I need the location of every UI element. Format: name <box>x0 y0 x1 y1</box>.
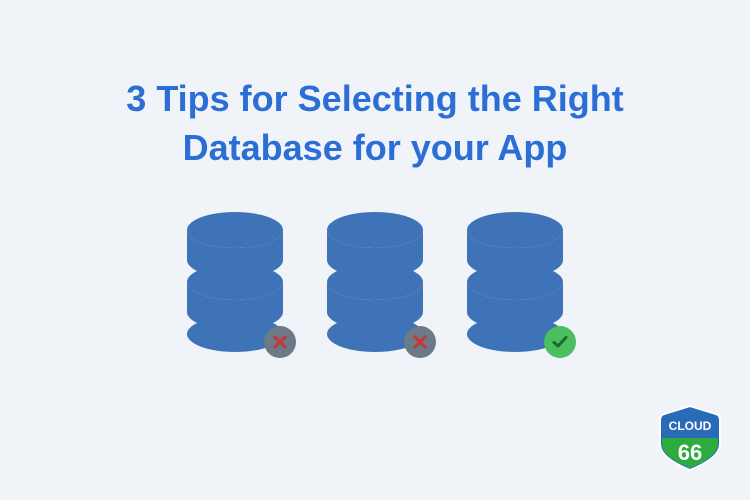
logo-top-text: CLOUD <box>669 419 712 433</box>
cloud66-logo: CLOUD 66 <box>658 404 722 472</box>
title-line-1: 3 Tips for Selecting the Right <box>126 78 623 119</box>
accepted-badge <box>544 326 576 358</box>
shield-icon: CLOUD 66 <box>658 404 722 472</box>
x-icon <box>272 334 288 350</box>
database-option-1 <box>180 212 290 352</box>
page-title: 3 Tips for Selecting the Right Database … <box>0 0 750 172</box>
logo-bottom-text: 66 <box>678 440 702 465</box>
title-line-2: Database for your App <box>183 127 568 168</box>
rejected-badge <box>404 326 436 358</box>
check-icon <box>551 333 569 351</box>
database-option-3 <box>460 212 570 352</box>
database-option-2 <box>320 212 430 352</box>
rejected-badge <box>264 326 296 358</box>
x-icon <box>412 334 428 350</box>
database-icon-row <box>0 212 750 352</box>
